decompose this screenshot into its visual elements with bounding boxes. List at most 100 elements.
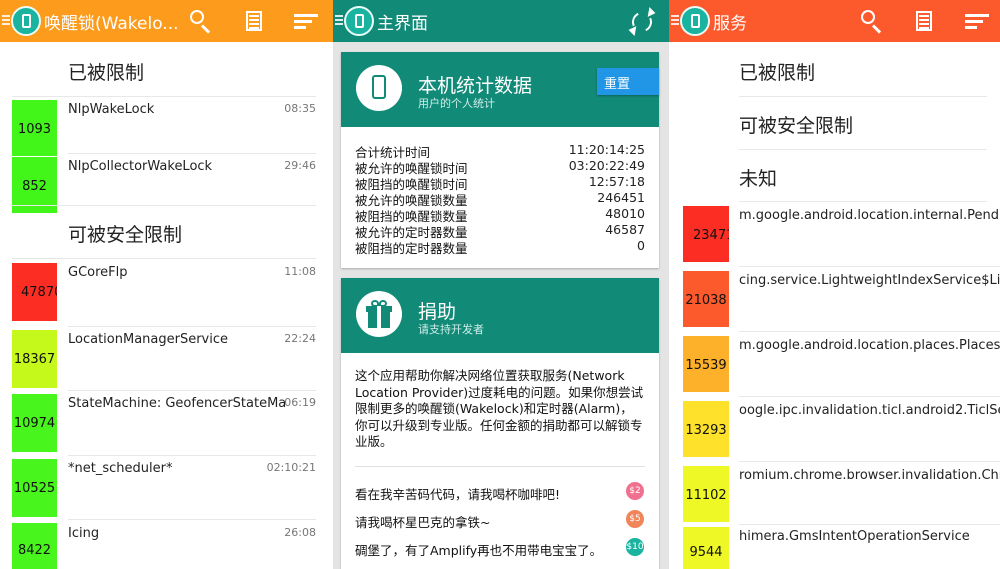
stat-value: 11:20:14:25: [568, 142, 645, 157]
sort-icon[interactable]: [963, 9, 989, 35]
divider: [12, 96, 316, 97]
list-icon[interactable]: [911, 9, 937, 35]
divider: [739, 524, 1000, 525]
wakelock-name: StateMachine: GeofencerStateMachine: [68, 396, 286, 411]
wakelock-name: GCoreFlp: [68, 265, 128, 280]
stats-card-header: 本机统计数据 用户的个人统计 重置: [341, 52, 659, 127]
service-name: cing.service.LightweightIndexService$Lig…: [739, 273, 1000, 288]
divider: [68, 326, 316, 327]
app-logo-icon: [344, 6, 374, 36]
divider: [68, 390, 316, 391]
divider: [68, 519, 316, 520]
service-name: m.google.android.location.internal.Pendi…: [739, 208, 1000, 223]
divider: [68, 153, 316, 154]
wakelock-name: *net_scheduler*: [68, 461, 173, 476]
search-icon[interactable]: [860, 9, 886, 35]
page-title: 唤醒锁(Wakelo...: [44, 14, 179, 34]
count-badge: 9544: [683, 527, 729, 569]
donate-option-label: 碉堡了，有了Amplify再也不用带电宝宝了。: [355, 543, 603, 558]
stats-card: 本机统计数据 用户的个人统计 重置 合计统计时间 11:20:14:25 被允许…: [341, 52, 659, 268]
refresh-icon[interactable]: [627, 6, 657, 37]
count-badge: 13293: [683, 401, 729, 457]
stat-value: 48010: [605, 206, 645, 221]
wakelock-time: 22:24: [284, 332, 316, 345]
wakelock-name: NlpWakeLock: [68, 102, 155, 117]
count-badge: 18367: [12, 330, 57, 388]
stat-value: 03:20:22:49: [568, 158, 645, 173]
wakelocks-panel: 唤醒锁(Wakelo... 已被限制 1093 NlpWakeLock 08:3…: [0, 0, 333, 569]
donate-option-label: 请我喝杯星巴克的拿铁~: [355, 515, 491, 530]
service-name: himera.GmsIntentOperationService: [739, 529, 970, 544]
gift-icon: [356, 291, 402, 337]
stats-card-subtitle: 用户的个人统计: [418, 97, 495, 110]
service-name: m.google.android.location.places.PlacesL…: [739, 338, 1000, 353]
price-badge: $2: [626, 482, 644, 500]
count-badge: 21038: [683, 271, 729, 327]
donate-card-title: 捐助: [418, 301, 457, 323]
service-name: oogle.ipc.invalidation.ticl.android2.Tic…: [739, 403, 1000, 418]
service-name: romium.chrome.browser.invalidation.Chrom…: [739, 468, 1000, 483]
price-badge: $5: [626, 510, 644, 528]
section-restricted-heading: 已被限制: [68, 62, 145, 84]
count-badge: 1093: [12, 100, 57, 156]
wakelock-name: NlpCollectorWakeLock: [68, 159, 213, 174]
divider: [739, 201, 987, 202]
stat-value: 0: [637, 238, 645, 253]
app-logo-icon: [680, 6, 710, 36]
count-badge: 10525: [12, 459, 57, 517]
count-badge: 10974: [12, 394, 57, 452]
donate-option-label: 看在我辛苦码代码，请我喝杯咖啡吧!: [355, 487, 561, 502]
count-badge: 8422: [12, 523, 57, 569]
count-badge: 23471: [683, 206, 729, 262]
wakelock-time: 02:10:21: [266, 461, 316, 474]
divider: [739, 461, 1000, 462]
divider: [739, 96, 987, 97]
wakelock-time: 29:46: [284, 159, 316, 172]
nav-drawer-icon[interactable]: [335, 15, 343, 27]
stats-card-title: 本机统计数据: [418, 75, 533, 97]
price-badge: $10: [626, 538, 644, 556]
stat-value: 246451: [597, 190, 645, 205]
divider: [739, 331, 1000, 332]
donate-card-header: 捐助 请支持开发者: [341, 278, 659, 353]
donate-description: 这个应用帮助你解决网络位置获取服务(Network Location Provi…: [355, 368, 644, 449]
nav-drawer-icon[interactable]: [2, 15, 10, 27]
section-safe-heading: 可被安全限制: [68, 224, 183, 246]
wakelock-time: 08:35: [284, 102, 316, 115]
phone-icon: [356, 65, 402, 111]
divider: [68, 455, 316, 456]
reset-button[interactable]: 重置: [597, 68, 659, 95]
page-title: 主界面: [377, 14, 428, 34]
divider: [739, 149, 987, 150]
stat-label: 被阻挡的定时器数量: [355, 241, 468, 256]
wakelock-time: 06:19: [284, 396, 316, 409]
divider: [355, 466, 645, 467]
section-unknown-heading: 未知: [739, 168, 778, 190]
list-icon[interactable]: [241, 9, 267, 35]
count-badge: 47870: [12, 263, 57, 321]
divider: [12, 205, 316, 206]
divider: [739, 266, 1000, 267]
services-toolbar: 服务: [669, 0, 1000, 42]
nav-drawer-icon[interactable]: [671, 15, 679, 27]
stat-value: 46587: [605, 222, 645, 237]
search-icon[interactable]: [189, 9, 215, 35]
main-toolbar: 主界面: [333, 0, 669, 42]
count-badge: 15539: [683, 336, 729, 392]
services-panel: 服务 已被限制 可被安全限制 未知 23471 m.google.android…: [669, 0, 1000, 569]
wakelock-name: Icing: [68, 526, 100, 541]
count-badge: 11102: [683, 466, 729, 522]
wakelock-name: LocationManagerService: [68, 332, 229, 347]
section-safe-heading: 可被安全限制: [739, 115, 854, 137]
page-title: 服务: [713, 14, 747, 34]
donate-card: 捐助 请支持开发者 这个应用帮助你解决网络位置获取服务(Network Loca…: [341, 278, 659, 569]
section-restricted-heading: 已被限制: [739, 62, 816, 84]
sort-icon[interactable]: [292, 9, 318, 35]
wakelock-time: 11:08: [284, 265, 316, 278]
divider: [739, 396, 1000, 397]
stat-value: 12:57:18: [588, 174, 645, 189]
divider: [12, 258, 316, 259]
main-panel: 主界面 本机统计数据 用户的个人统计 重置 合计统计时间 11:20:14:25…: [333, 0, 669, 569]
wakelock-time: 26:08: [284, 526, 316, 539]
app-logo-icon: [11, 6, 41, 36]
